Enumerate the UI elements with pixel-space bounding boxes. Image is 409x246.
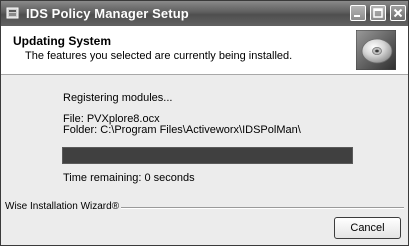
cancel-button[interactable]: Cancel bbox=[334, 217, 401, 239]
progress-bar-fill bbox=[63, 148, 352, 163]
installer-icon bbox=[6, 6, 20, 20]
current-folder-text: Folder: C:\Program Files\Activeworx\IDSP… bbox=[63, 124, 301, 136]
setup-window: IDS Policy Manager Setup Updating System… bbox=[0, 0, 409, 246]
close-icon bbox=[393, 8, 403, 18]
time-remaining-text: Time remaining: 0 seconds bbox=[63, 172, 195, 184]
wizard-brand-label: Wise Installation Wizard® bbox=[5, 201, 122, 212]
window-title: IDS Policy Manager Setup bbox=[26, 6, 189, 21]
close-button[interactable] bbox=[390, 5, 406, 21]
footer-divider bbox=[101, 207, 404, 209]
page-subtitle: The features you selected are currently … bbox=[25, 50, 293, 62]
minimize-icon bbox=[354, 15, 360, 17]
maximize-icon bbox=[373, 8, 383, 18]
wizard-header: Updating System The features you selecte… bbox=[1, 26, 408, 75]
install-progress-bar bbox=[62, 147, 353, 164]
page-title: Updating System bbox=[13, 34, 112, 48]
cd-disc-icon bbox=[356, 30, 396, 70]
title-bar[interactable]: IDS Policy Manager Setup bbox=[1, 1, 408, 26]
minimize-button[interactable] bbox=[350, 5, 366, 21]
status-action-text: Registering modules... bbox=[63, 92, 173, 104]
maximize-button[interactable] bbox=[370, 5, 386, 21]
